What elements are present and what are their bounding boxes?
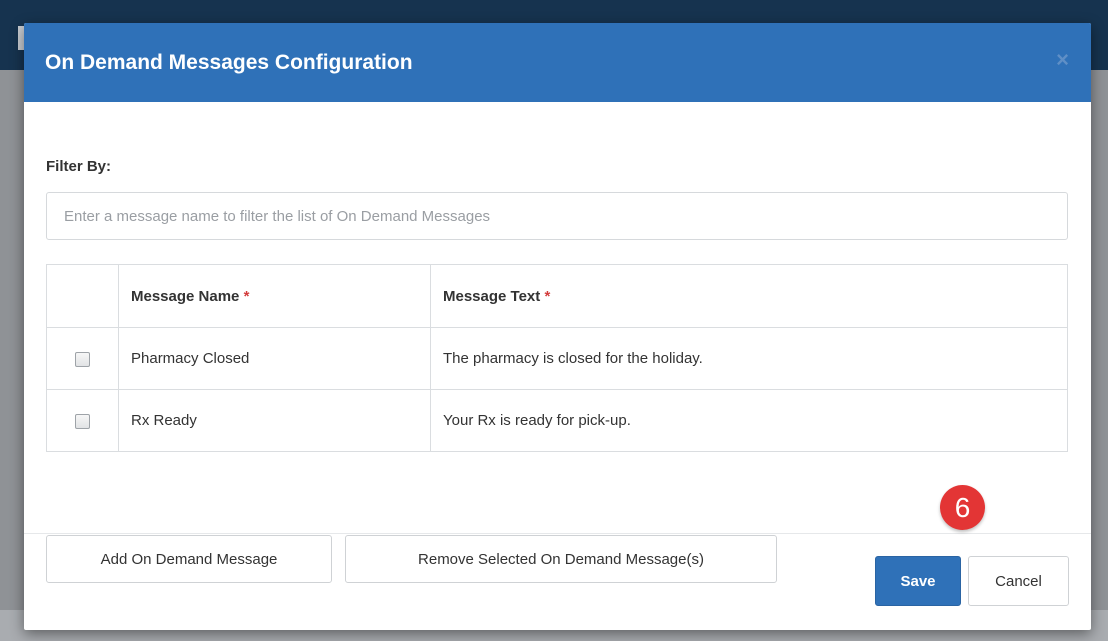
row-select-cell (46, 389, 119, 452)
close-icon[interactable]: × (1056, 49, 1069, 71)
filter-label: Filter By: (46, 158, 112, 175)
header-message-name: Message Name * (118, 264, 431, 328)
message-text-cell: Your Rx is ready for pick-up. (430, 389, 1068, 452)
header-message-text: Message Text * (430, 264, 1068, 328)
header-message-text-label: Message Text (443, 287, 541, 305)
step-callout-badge: 6 (940, 485, 985, 530)
table-row: Pharmacy Closed The pharmacy is closed f… (46, 327, 1068, 390)
table-header-row: Message Name * Message Text * (46, 264, 1068, 328)
message-name-cell: Rx Ready (118, 389, 431, 452)
header-message-name-label: Message Name (131, 287, 240, 305)
header-select-column (46, 264, 119, 328)
cancel-button[interactable]: Cancel (968, 556, 1069, 606)
message-name-cell: Pharmacy Closed (118, 327, 431, 390)
messages-table: Message Name * Message Text * Pharmacy C… (46, 264, 1068, 452)
required-marker: * (243, 287, 250, 305)
on-demand-messages-modal: On Demand Messages Configuration × Filte… (24, 23, 1091, 630)
modal-title: On Demand Messages Configuration (45, 51, 413, 74)
add-message-button[interactable]: Add On Demand Message (46, 535, 332, 583)
remove-selected-button[interactable]: Remove Selected On Demand Message(s) (345, 535, 777, 583)
filter-input[interactable] (46, 192, 1068, 240)
required-marker: * (544, 287, 551, 305)
message-text-cell: The pharmacy is closed for the holiday. (430, 327, 1068, 390)
footer-divider (24, 533, 1091, 534)
row-checkbox[interactable] (75, 351, 90, 367)
table-row: Rx Ready Your Rx is ready for pick-up. (46, 389, 1068, 452)
row-checkbox[interactable] (75, 413, 90, 429)
modal-header: On Demand Messages Configuration × (24, 23, 1091, 102)
save-button[interactable]: Save (875, 556, 961, 606)
row-select-cell (46, 327, 119, 390)
